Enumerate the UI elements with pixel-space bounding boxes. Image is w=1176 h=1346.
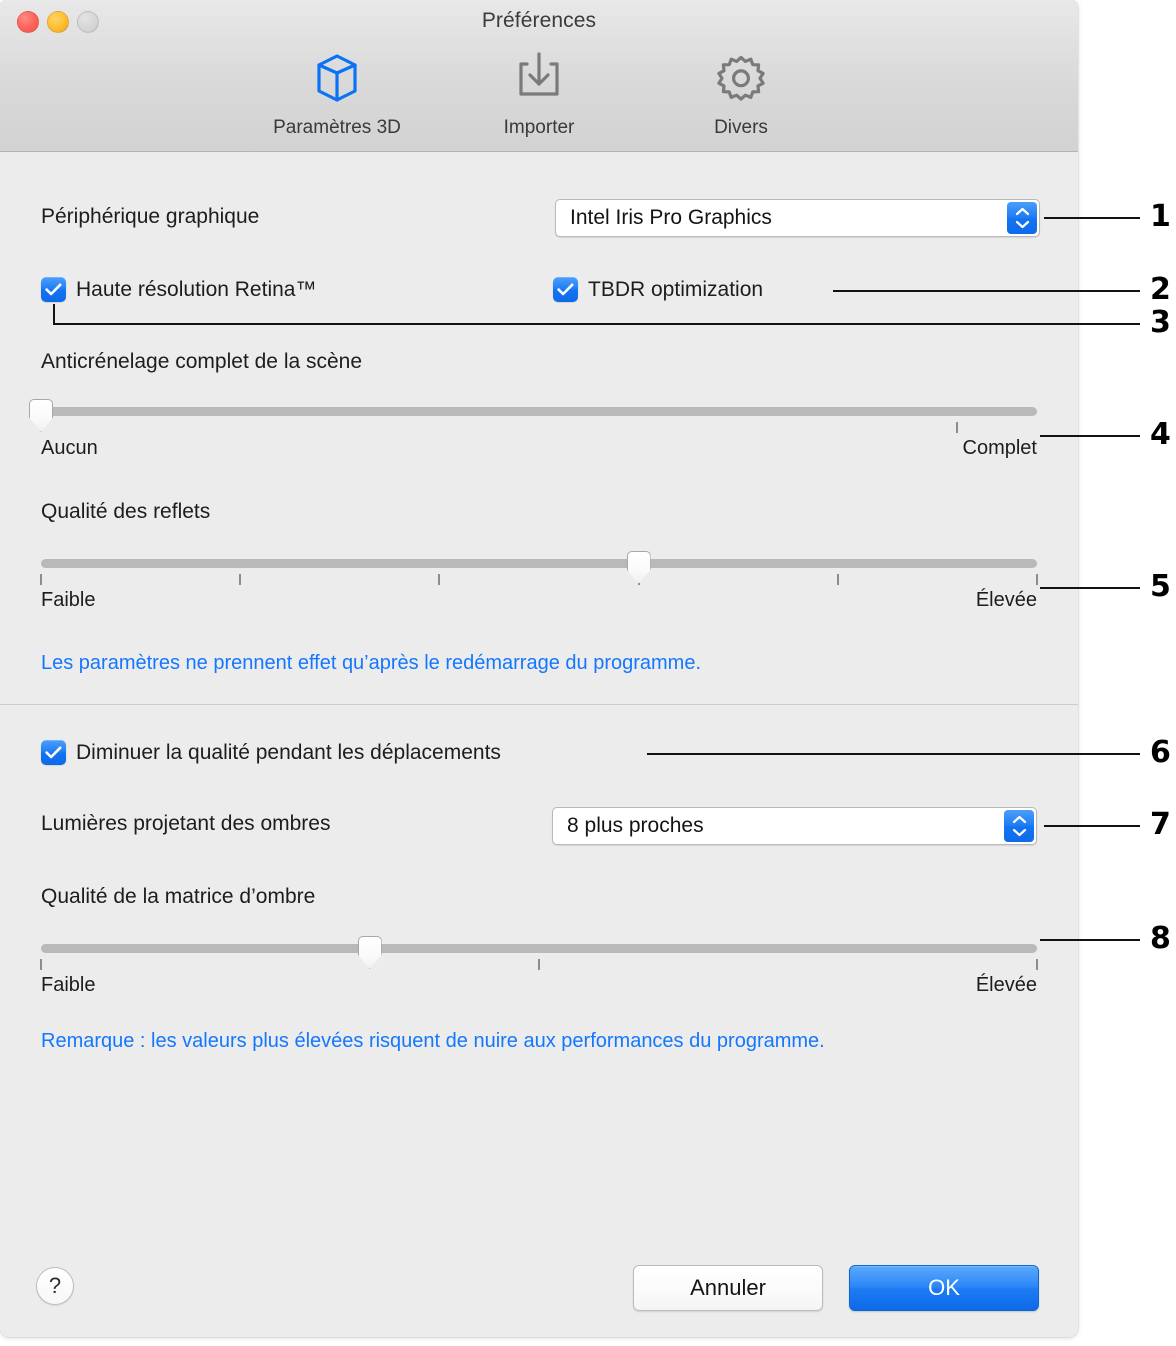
- antialiasing-slider[interactable]: Aucun Complet: [29, 395, 1037, 459]
- graphics-device-label: Périphérique graphique: [41, 205, 260, 228]
- tbdr-checkbox-row[interactable]: TBDR optimization: [553, 277, 763, 302]
- antialiasing-slider-label: Anticrénelage complet de la scène: [41, 350, 363, 373]
- ok-button[interactable]: OK: [849, 1265, 1039, 1311]
- slider-tick: [438, 574, 441, 585]
- graphics-device-popup[interactable]: Intel Iris Pro Graphics: [555, 199, 1040, 237]
- shadow-lights-value: 8 plus proches: [567, 814, 704, 837]
- slider-ticks: [41, 422, 1037, 433]
- retina-checkbox-label: Haute résolution Retina™: [76, 277, 317, 301]
- help-button[interactable]: ?: [36, 1267, 74, 1305]
- callout-leader-3: [53, 323, 1140, 325]
- slider-track[interactable]: [41, 944, 1037, 953]
- retina-checkbox-row[interactable]: Haute résolution Retina™: [41, 277, 316, 302]
- gear-icon: [710, 46, 772, 108]
- tbdr-checkbox-label: TBDR optimization: [588, 277, 764, 301]
- antialiasing-min-label: Aucun: [41, 437, 98, 459]
- window-titlebar: Préférences Paramètres 3D Importer Diver…: [0, 0, 1078, 152]
- callout-number-6: 6: [1150, 735, 1171, 770]
- callout-number-2: 2: [1150, 272, 1171, 307]
- shadow-matrix-quality-slider[interactable]: Faible Élevée: [40, 932, 1038, 996]
- slider-tick: [40, 574, 42, 585]
- callout-leader-5: [1040, 587, 1140, 589]
- reflection-quality-slider[interactable]: Faible Élevée: [40, 547, 1038, 611]
- slider-ticks: [40, 574, 1038, 585]
- callout-number-7: 7: [1150, 807, 1171, 842]
- toolbar-item-label: Paramètres 3D: [273, 117, 401, 138]
- stepper-arrows-icon[interactable]: [1007, 202, 1037, 234]
- callout-number-3: 3: [1150, 305, 1171, 340]
- callout-number-5: 5: [1150, 569, 1171, 604]
- import-download-icon: [508, 46, 570, 108]
- reflection-min-label: Faible: [41, 589, 96, 611]
- callout-number-8: 8: [1150, 921, 1171, 956]
- window-title: Préférences: [481, 9, 597, 32]
- toolbar-item-divers[interactable]: Divers: [666, 46, 816, 139]
- slider-tick: [1036, 574, 1038, 585]
- callout-leader-6: [647, 753, 1140, 755]
- shadow-matrix-min-label: Faible: [41, 974, 96, 996]
- slider-track[interactable]: [41, 407, 1037, 416]
- slider-tick: [538, 959, 540, 970]
- toolbar-item-parametres-3d[interactable]: Paramètres 3D: [262, 46, 412, 139]
- slider-tick: [836, 574, 839, 585]
- reduce-quality-checkbox-label: Diminuer la qualité pendant les déplacem…: [76, 740, 501, 764]
- callout-leader-4: [1040, 435, 1140, 437]
- slider-ticks: [40, 959, 1038, 970]
- reduce-quality-checkbox-row[interactable]: Diminuer la qualité pendant les déplacem…: [41, 740, 501, 765]
- cancel-button[interactable]: Annuler: [633, 1265, 823, 1311]
- callout-leader-8: [1040, 939, 1140, 941]
- callout-leader-7: [1044, 825, 1140, 827]
- toolbar-item-importer[interactable]: Importer: [464, 46, 614, 139]
- restart-note: Les paramètres ne prennent effet qu’aprè…: [41, 652, 702, 674]
- checkbox-checked-icon[interactable]: [41, 740, 66, 765]
- slider-tick: [956, 422, 959, 433]
- reflection-slider-label: Qualité des reflets: [41, 500, 211, 523]
- shadow-matrix-max-label: Élevée: [975, 974, 1037, 996]
- slider-tick: [40, 959, 42, 970]
- shadow-matrix-slider-label: Qualité de la matrice d’ombre: [41, 885, 316, 908]
- checkbox-checked-icon[interactable]: [553, 277, 578, 302]
- preferences-toolbar: Paramètres 3D Importer Divers: [0, 46, 1078, 139]
- reflection-max-label: Élevée: [975, 589, 1037, 611]
- callout-number-4: 4: [1150, 417, 1171, 452]
- toolbar-item-label: Divers: [714, 117, 768, 138]
- cube-3d-icon: [306, 46, 368, 108]
- slider-tick: [239, 574, 242, 585]
- preferences-content: Périphérique graphique Intel Iris Pro Gr…: [0, 152, 1078, 1337]
- shadow-lights-label: Lumières projetant des ombres: [41, 812, 331, 835]
- performance-note: Remarque : les valeurs plus élevées risq…: [41, 1030, 825, 1052]
- antialiasing-max-label: Complet: [962, 437, 1037, 459]
- callout-leader-2: [833, 290, 1140, 292]
- shadow-lights-popup[interactable]: 8 plus proches: [552, 807, 1037, 845]
- section-divider: [0, 704, 1078, 705]
- stepper-arrows-icon[interactable]: [1004, 810, 1034, 842]
- preferences-window: Préférences Paramètres 3D Importer Diver…: [0, 0, 1078, 1337]
- slider-tick: [1036, 959, 1038, 970]
- graphics-device-value: Intel Iris Pro Graphics: [570, 206, 772, 229]
- slider-track[interactable]: [41, 559, 1037, 568]
- callout-number-1: 1: [1150, 199, 1171, 234]
- checkbox-checked-icon[interactable]: [41, 277, 66, 302]
- toolbar-item-label: Importer: [503, 117, 575, 138]
- callout-leader-1: [1044, 217, 1140, 219]
- callout-leader-3-vertical: [53, 304, 55, 324]
